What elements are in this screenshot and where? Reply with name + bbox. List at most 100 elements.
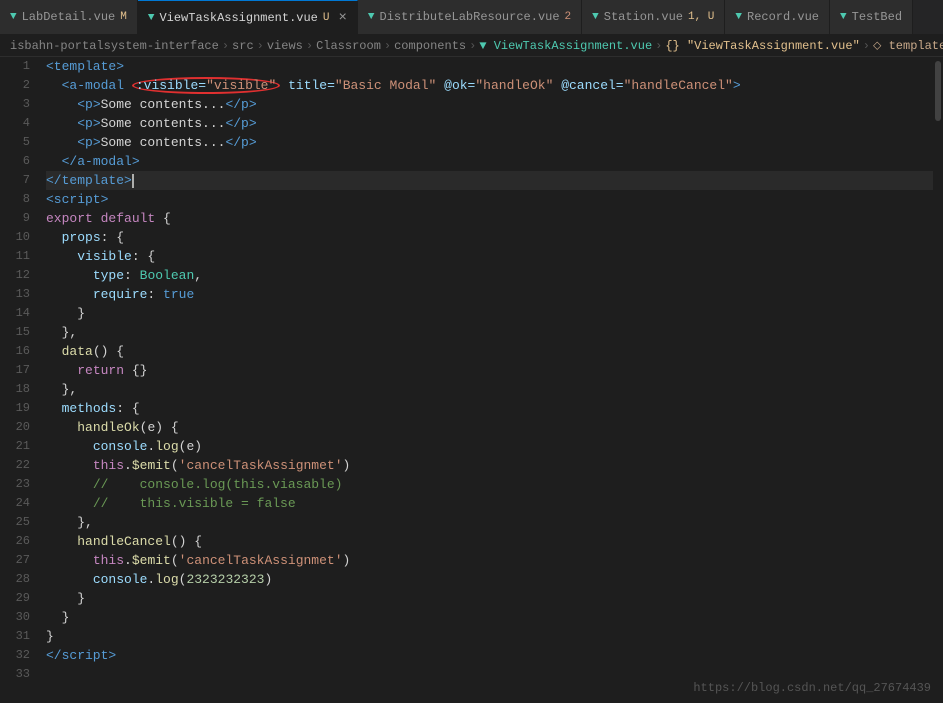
line-number-23: 23 [0,475,30,494]
code-line-1: <template> [46,57,933,76]
line-number-13: 13 [0,285,30,304]
line-number-31: 31 [0,627,30,646]
tab-close-2[interactable]: × [339,10,347,26]
line-number-21: 21 [0,437,30,456]
scrollbar-thumb[interactable] [935,61,941,121]
line-number-20: 20 [0,418,30,437]
code-lines: <template> <a-modal :visible="visible" t… [38,57,933,703]
line-numbers: 1234567891011121314151617181920212223242… [0,57,38,703]
tab-bar: ▼ LabDetail.vue M ▼ ViewTaskAssignment.v… [0,0,943,35]
tab-badge-4: 1, U [688,11,714,23]
tab-label-3: DistributeLabResource.vue [380,10,560,24]
code-line-11: visible: { [46,247,933,266]
tab-badge-3: 2 [565,11,572,23]
tab-testbed[interactable]: ▼ TestBed [830,0,913,35]
code-line-3: <p>Some contents...</p> [46,95,933,114]
tab-label-2: ViewTaskAssignment.vue [159,11,317,25]
line-number-1: 1 [0,57,30,76]
tab-icon-6: ▼ [840,11,847,23]
line-number-24: 24 [0,494,30,513]
code-line-23: // console.log(this.viasable) [46,475,933,494]
line-number-4: 4 [0,114,30,133]
breadcrumb: isbahn-portalsystem-interface › src › vi… [0,35,943,57]
tab-viewtaskassignment[interactable]: ▼ ViewTaskAssignment.vue U × [138,0,358,35]
line-number-18: 18 [0,380,30,399]
code-line-25: }, [46,513,933,532]
tab-icon-3: ▼ [368,11,375,23]
code-line-29: } [46,589,933,608]
tab-station[interactable]: ▼ Station.vue 1, U [582,0,725,35]
line-number-7: 7 [0,171,30,190]
code-line-18: }, [46,380,933,399]
scrollbar[interactable] [933,57,943,703]
breadcrumb-part-2: src [232,39,254,53]
line-number-11: 11 [0,247,30,266]
line-number-28: 28 [0,570,30,589]
tab-icon-4: ▼ [592,11,599,23]
tab-label-5: Record.vue [747,10,819,24]
breadcrumb-part-6: ▼ ViewTaskAssignment.vue [479,39,652,53]
line-number-14: 14 [0,304,30,323]
code-line-28: console.log(2323232323) [46,570,933,589]
tab-icon-1: ▼ [10,11,17,23]
line-number-5: 5 [0,133,30,152]
tab-badge-1: M [120,11,127,23]
tab-labdetail[interactable]: ▼ LabDetail.vue M [0,0,138,35]
line-number-2: 2 [0,76,30,95]
code-line-24: // this.visible = false [46,494,933,513]
line-number-8: 8 [0,190,30,209]
code-line-16: data() { [46,342,933,361]
code-line-31: } [46,627,933,646]
breadcrumb-part-1: isbahn-portalsystem-interface [10,39,219,53]
code-line-30: } [46,608,933,627]
tab-distributelabresource[interactable]: ▼ DistributeLabResource.vue 2 [358,0,582,35]
line-number-29: 29 [0,589,30,608]
code-line-2: <a-modal :visible="visible" title="Basic… [46,76,933,95]
line-number-19: 19 [0,399,30,418]
code-line-26: handleCancel() { [46,532,933,551]
code-line-5: <p>Some contents...</p> [46,133,933,152]
code-line-10: props: { [46,228,933,247]
tab-label-4: Station.vue [604,10,683,24]
line-number-33: 33 [0,665,30,684]
code-line-27: this.$emit('cancelTaskAssignmet') [46,551,933,570]
breadcrumb-part-7: {} "ViewTaskAssignment.vue" [665,39,859,53]
code-line-20: handleOk(e) { [46,418,933,437]
code-line-12: type: Boolean, [46,266,933,285]
tab-icon-5: ▼ [735,11,742,23]
code-line-32: </script> [46,646,933,665]
code-line-4: <p>Some contents...</p> [46,114,933,133]
code-line-14: } [46,304,933,323]
line-number-3: 3 [0,95,30,114]
code-line-19: methods: { [46,399,933,418]
line-number-16: 16 [0,342,30,361]
breadcrumb-part-4: Classroom [316,39,381,53]
tab-label-6: TestBed [852,10,902,24]
breadcrumb-part-3: views [267,39,303,53]
tab-record[interactable]: ▼ Record.vue [725,0,830,35]
line-number-22: 22 [0,456,30,475]
tab-badge-2: U [323,12,330,24]
code-line-21: console.log(e) [46,437,933,456]
line-number-10: 10 [0,228,30,247]
line-number-25: 25 [0,513,30,532]
tab-label-1: LabDetail.vue [22,10,116,24]
line-number-27: 27 [0,551,30,570]
line-number-9: 9 [0,209,30,228]
line-number-30: 30 [0,608,30,627]
code-line-17: return {} [46,361,933,380]
code-line-22: this.$emit('cancelTaskAssignmet') [46,456,933,475]
code-line-9: export default { [46,209,933,228]
line-number-17: 17 [0,361,30,380]
code-line-8: <script> [46,190,933,209]
code-line-7: </template> [46,171,933,190]
breadcrumb-part-5: components [394,39,466,53]
line-number-6: 6 [0,152,30,171]
breadcrumb-part-8: ⬦ template [873,39,943,53]
code-line-6: </a-modal> [46,152,933,171]
line-number-15: 15 [0,323,30,342]
line-number-12: 12 [0,266,30,285]
code-line-13: require: true [46,285,933,304]
line-number-26: 26 [0,532,30,551]
line-number-32: 32 [0,646,30,665]
